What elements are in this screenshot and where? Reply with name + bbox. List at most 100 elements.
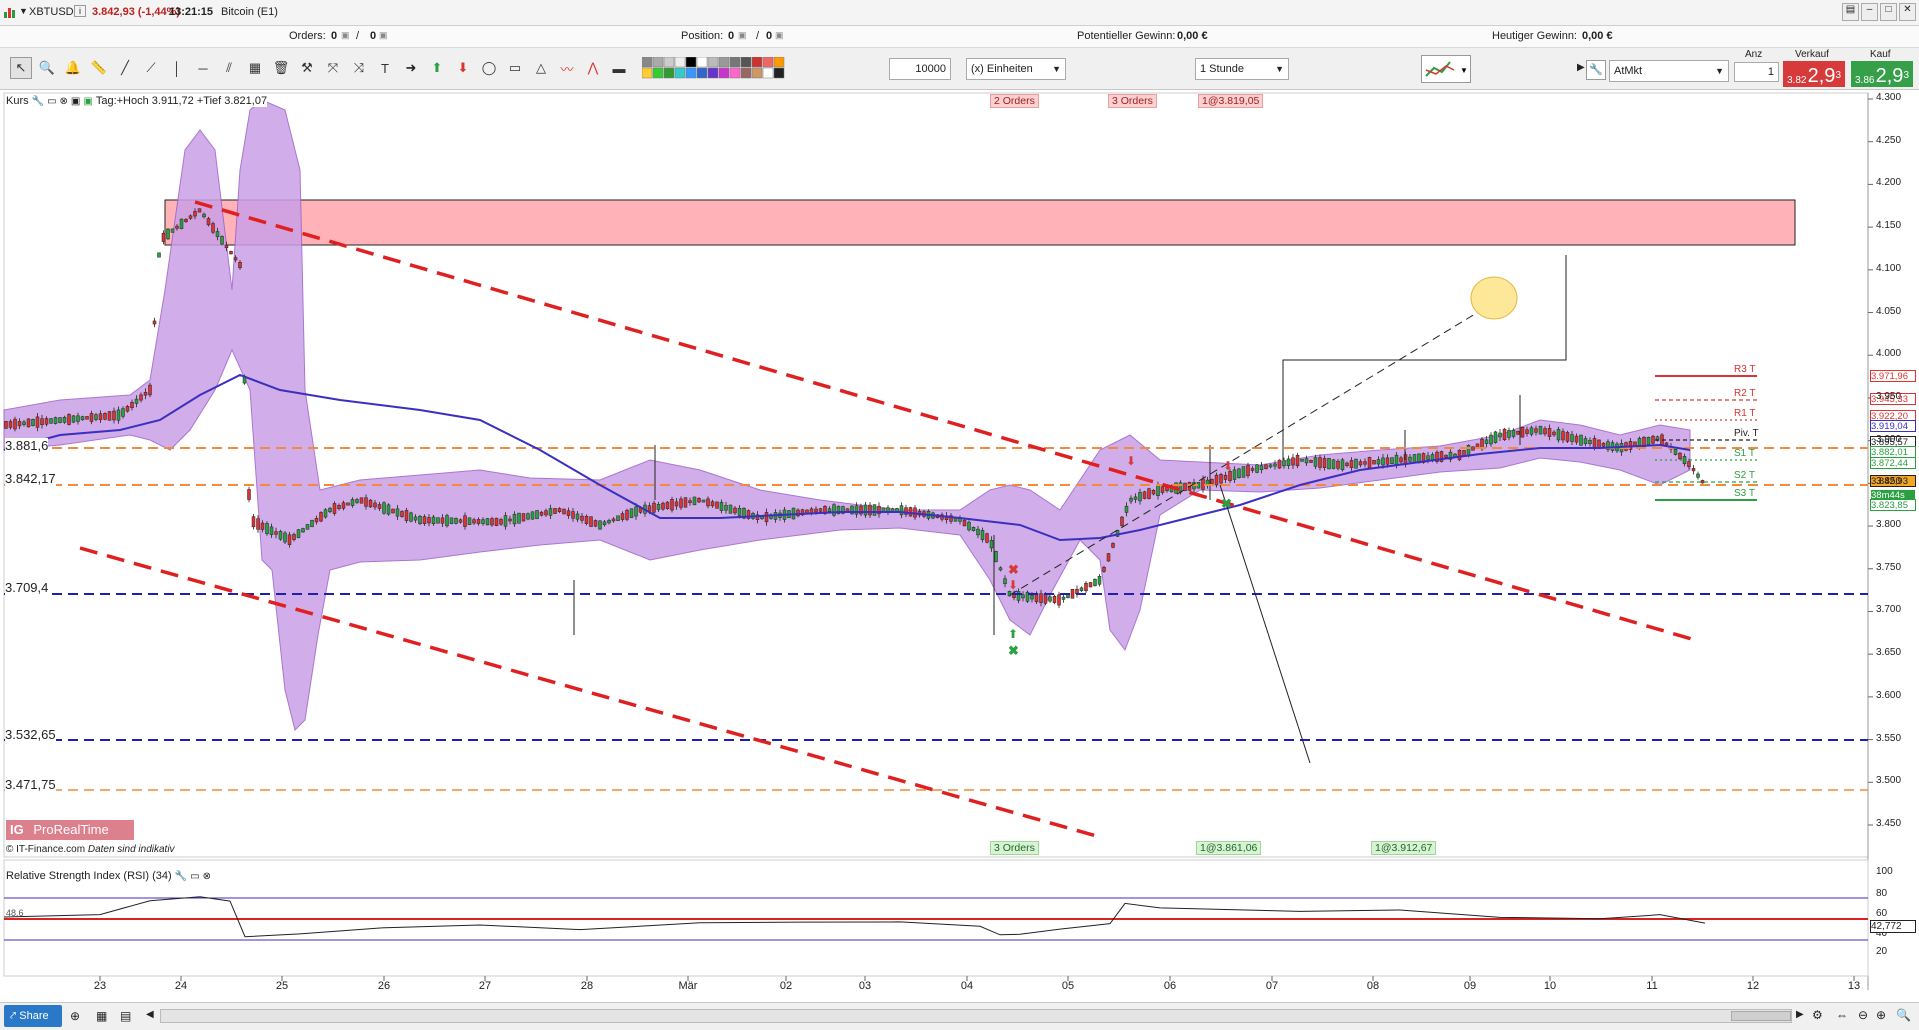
ellipse-tool-icon[interactable]: ◯: [478, 57, 500, 79]
close-circle-icon[interactable]: ⊗: [60, 96, 68, 107]
zoom-tool-icon[interactable]: 🔍: [36, 57, 58, 79]
order-tag-top[interactable]: 1@3.819,05: [1198, 94, 1264, 108]
arrow-up-icon[interactable]: ⬆: [426, 57, 448, 79]
candle-body: [269, 526, 274, 535]
color-swatch: [707, 67, 719, 79]
andrews-fork-icon[interactable]: ⤧: [322, 57, 344, 79]
scrollbar-thumb[interactable]: [1731, 1011, 1791, 1021]
buy-button[interactable]: 3.86 2,93: [1851, 61, 1913, 87]
order-tag-bottom[interactable]: 3 Orders: [990, 841, 1039, 855]
candle-body: [1156, 485, 1160, 496]
sell-button[interactable]: 3.82 2,93: [1783, 61, 1845, 87]
fibonacci-tool-icon[interactable]: ▦: [244, 57, 266, 79]
candle-body: [94, 414, 98, 420]
symbol-name[interactable]: XBTUSD: [29, 6, 74, 18]
scroll-left-icon[interactable]: ◀: [146, 1009, 154, 1020]
fit-icon[interactable]: ⇔: [1836, 1008, 1848, 1022]
position-list-icon[interactable]: ▣: [775, 30, 784, 41]
candle-body: [256, 518, 260, 530]
candle-body: [346, 502, 350, 506]
amount-input[interactable]: 1: [1734, 62, 1779, 82]
candle-body: [994, 551, 998, 562]
candle-body: [476, 519, 481, 524]
line-tool-icon[interactable]: ╱: [114, 57, 136, 79]
horizontal-line-icon[interactable]: ─: [192, 57, 214, 79]
color-swatch: [674, 56, 686, 68]
order-settings-icon[interactable]: 🔧: [1586, 60, 1606, 80]
alert-bell-icon[interactable]: 🔔: [62, 57, 84, 79]
info-icon[interactable]: i: [74, 5, 86, 17]
zoom-out-icon[interactable]: ⊖: [1858, 1008, 1868, 1022]
order-tag-bottom[interactable]: 1@3.912,67: [1371, 841, 1437, 855]
color-palette[interactable]: [641, 56, 792, 79]
position-edit-icon[interactable]: ▣: [738, 30, 747, 41]
order-tag-top[interactable]: 3 Orders: [1108, 94, 1157, 108]
buy-arrow-marker: ⬆: [1008, 627, 1018, 641]
ray-tool-icon[interactable]: ⟋: [140, 57, 162, 79]
gann-tool-icon[interactable]: ⤨: [348, 57, 370, 79]
chart-area[interactable]: ✖ ⬇ ⬆ ✖ ⬇ ⬇ ✖ Kurs 🔧 ▭ ⊗ ▣ ▣ Tag:+Hoch 3.911,7…: [0, 90, 1919, 992]
x-axis-label: Mär: [678, 980, 698, 992]
candle-body: [1336, 460, 1340, 469]
arrow-down-icon[interactable]: ⬇: [452, 57, 474, 79]
timeframe-select[interactable]: 1 Stunde ▼: [1195, 58, 1289, 80]
wrench-icon[interactable]: 🔧: [32, 96, 44, 107]
position-label: Position:: [681, 30, 724, 42]
red-trendline-upper: [194, 200, 1696, 642]
buy-price-big: 2,9: [1875, 65, 1904, 87]
units-select[interactable]: (x) Einheiten ▼: [966, 58, 1066, 80]
orders-list-icon[interactable]: ▣: [379, 30, 388, 41]
close-icon[interactable]: ✕: [1899, 3, 1916, 21]
x-axis-label: 09: [1463, 980, 1477, 992]
candle-body: [1129, 497, 1133, 502]
quantity-input[interactable]: 10000: [889, 58, 951, 80]
magnify-icon[interactable]: 🔍: [1896, 1008, 1911, 1022]
y-axis-label: 4.050: [1876, 305, 1902, 317]
maximize-icon[interactable]: □: [1880, 3, 1897, 21]
image-icon[interactable]: ▣: [71, 96, 80, 107]
wave-tool-icon[interactable]: 〰: [556, 57, 578, 79]
list-icon[interactable]: ▤: [120, 1009, 131, 1023]
highlight-tool-icon[interactable]: ▬: [608, 57, 630, 79]
panel-expand-icon[interactable]: ▶: [1577, 62, 1585, 73]
candle-body: [1151, 490, 1156, 495]
horizontal-scrollbar[interactable]: [160, 1009, 1792, 1023]
scroll-right-icon[interactable]: ▶: [1796, 1009, 1804, 1020]
order-tag-top[interactable]: 2 Orders: [990, 94, 1039, 108]
pointer-tool-icon[interactable]: ↖: [10, 57, 32, 79]
window-icon[interactable]: ▭: [190, 871, 199, 882]
pattern-tool-icon[interactable]: ⋀: [582, 57, 604, 79]
layout-icon[interactable]: ▤: [1842, 3, 1859, 21]
rectangle-tool-icon[interactable]: ▭: [504, 57, 526, 79]
chart-type-button[interactable]: ▼: [1421, 55, 1471, 83]
zoom-in-icon[interactable]: ⊕: [1876, 1008, 1886, 1022]
wrench-icon[interactable]: 🔧: [175, 871, 187, 882]
vertical-line-icon[interactable]: │: [166, 57, 188, 79]
candle-body: [1327, 458, 1331, 470]
ruler-tool-icon[interactable]: 📏: [88, 57, 110, 79]
add-indicator-icon[interactable]: ▣: [83, 96, 92, 107]
candle-body: [580, 515, 584, 521]
share-button[interactable]: ⤤ Share: [4, 1005, 62, 1027]
candle-body: [724, 505, 728, 511]
color-swatch: [696, 67, 708, 79]
price-chart-canvas[interactable]: ✖⬇⬆✖⬇ ⬇✖: [0, 90, 1919, 1002]
window-icon[interactable]: ▭: [47, 96, 56, 107]
magnet-tool-icon[interactable]: ⚒: [296, 57, 318, 79]
orders-edit-icon[interactable]: ▣: [341, 30, 350, 41]
table-icon[interactable]: ▦: [96, 1009, 107, 1023]
candle-body: [1516, 431, 1520, 435]
channel-tool-icon[interactable]: ⫽: [218, 57, 240, 79]
triangle-tool-icon[interactable]: △: [530, 57, 552, 79]
minimize-icon[interactable]: –: [1861, 3, 1878, 21]
candle-body: [832, 504, 836, 516]
close-circle-icon[interactable]: ⊗: [203, 871, 211, 882]
zoom-icon[interactable]: ⊕: [70, 1009, 80, 1023]
order-tag-bottom[interactable]: 1@3.861,06: [1196, 841, 1262, 855]
order-type-select[interactable]: AtMkt ▼: [1609, 60, 1729, 82]
symbol-dropdown-icon[interactable]: ▼: [19, 6, 28, 16]
text-tool-icon[interactable]: T: [374, 57, 396, 79]
delete-tool-icon[interactable]: 🗑: [270, 57, 292, 79]
arrow-right-icon[interactable]: ➜: [400, 57, 422, 79]
chart-settings-icon[interactable]: ⚙: [1812, 1008, 1823, 1022]
